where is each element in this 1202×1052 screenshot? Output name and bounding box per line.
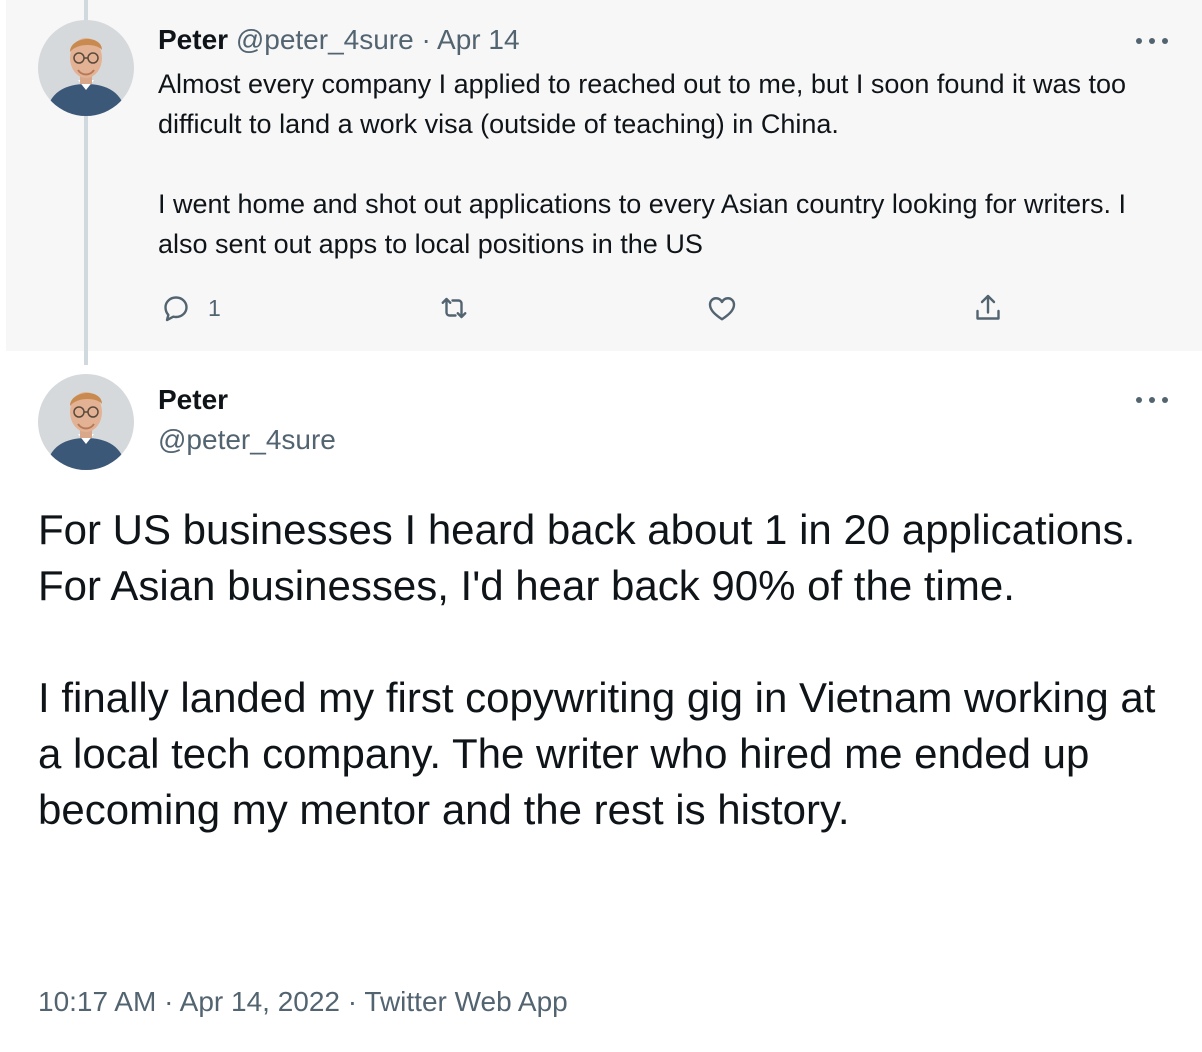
share-button[interactable] [970,290,1006,326]
tweet-source-link[interactable]: Twitter Web App [364,986,567,1017]
header-separator: · [421,24,431,55]
like-button[interactable] [704,290,740,326]
tweet-full-date-link[interactable]: Apr 14, 2022 [180,986,340,1017]
reply-button[interactable]: 1 [158,290,221,326]
tweet-metadata: 10:17 AM · Apr 14, 2022 · Twitter Web Ap… [38,984,568,1020]
tweet-paragraph: I went home and shot out applications to… [158,189,1127,259]
meta-separator: · [164,986,174,1017]
more-icon[interactable] [1136,394,1168,406]
parent-tweet-text: Almost every company I applied to reache… [158,64,1148,264]
main-tweet-text: For US businesses I heard back about 1 i… [38,502,1158,838]
meta-separator: · [347,986,358,1017]
reply-count: 1 [208,294,221,321]
author-handle[interactable]: @peter_4sure [236,24,414,55]
more-icon[interactable] [1136,35,1168,47]
author-name[interactable]: Peter [158,382,228,418]
tweet-paragraph: I finally landed my first copywriting gi… [38,674,1156,833]
author-handle[interactable]: @peter_4sure [158,422,336,458]
tweet-time-link[interactable]: 10:17 AM [38,986,156,1017]
tweet-thread-page: Peter @peter_4sure · Apr 14 Almost every… [0,0,1202,1052]
tweet-paragraph: For US businesses I heard back about 1 i… [38,506,1136,609]
share-icon [976,294,1000,320]
tweet-paragraph: Almost every company I applied to reache… [158,69,1127,139]
tweet-date-link[interactable]: Apr 14 [437,24,520,55]
parent-tweet-header: Peter @peter_4sure · Apr 14 [158,22,520,58]
retweet-icon [441,297,467,319]
retweet-button[interactable] [436,290,472,326]
heart-icon [708,297,736,321]
reply-icon [164,296,188,322]
avatar[interactable] [38,20,134,116]
author-name[interactable]: Peter [158,24,228,55]
avatar[interactable] [38,374,134,470]
